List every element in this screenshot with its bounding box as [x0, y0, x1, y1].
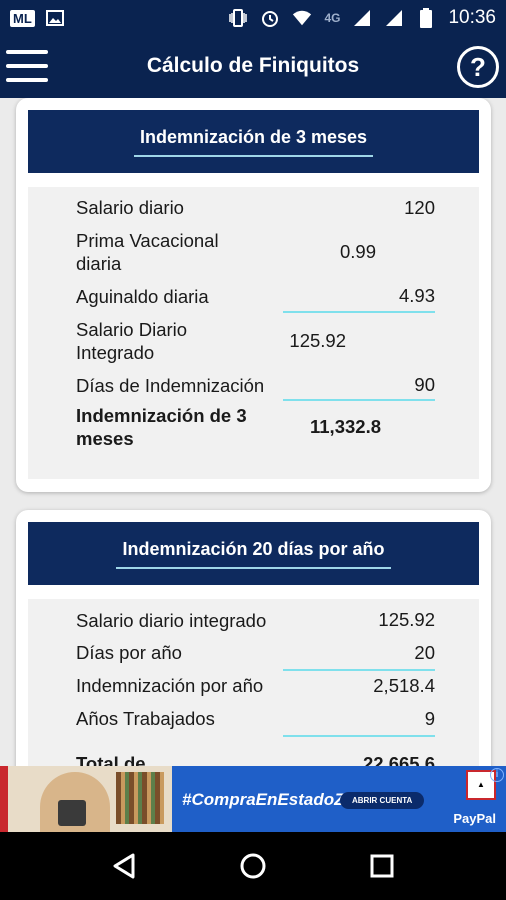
row-value: 90: [414, 374, 435, 395]
alarm-icon: [260, 8, 280, 28]
result-row: Años Trabajados 9: [28, 702, 479, 735]
row-value: 20: [414, 641, 435, 663]
row-value: 125.92: [289, 330, 346, 351]
card-body: Salario diario 120 Prima Vacacional diar…: [28, 187, 479, 479]
separator-line: [283, 735, 435, 737]
ad-headline: #CompraEnEstadoZen: [182, 790, 365, 809]
row-label: Indemnización de 3 meses: [76, 405, 247, 449]
result-row: Salario diario 120: [28, 192, 479, 223]
battery-icon: [416, 8, 436, 28]
card-header: Indemnización de 3 meses: [28, 110, 479, 173]
page-title: Cálculo de Finiquitos: [146, 54, 360, 77]
row-value: 11,332.8: [310, 416, 381, 437]
card-body: Salario diario integrado 125.92 Días por…: [28, 599, 479, 766]
signal-icon: [352, 8, 372, 28]
app-bar: Cálculo de Finiquitos ?: [0, 36, 506, 98]
row-value: 2,518.4: [373, 674, 435, 696]
row-label: Salario diario: [76, 197, 184, 218]
ad-photo: [0, 766, 172, 832]
result-row-total: Total de 22,665.6: [28, 735, 479, 766]
result-row-total: Indemnización de 3 meses 11,332.8: [28, 399, 479, 455]
row-label: Salario Diario Integrado: [76, 319, 188, 363]
result-row: Salario Diario Integrado 125.92: [28, 311, 479, 371]
ad-info-icon[interactable]: i: [490, 768, 504, 782]
result-row: Aguinaldo diaria 4.93: [28, 281, 479, 311]
row-value: 125.92: [378, 609, 435, 630]
result-row: Días por año 20: [28, 636, 479, 669]
status-bar: ML 4G 10:36: [0, 0, 506, 36]
card-indemnizacion-20-dias: Indemnización 20 días por año Salario di…: [16, 510, 491, 766]
row-label: Años Trabajados: [76, 708, 215, 729]
row-value: 9: [424, 707, 435, 729]
network-type-label: 4G: [324, 11, 341, 25]
navigation-bar: [0, 832, 506, 900]
screen: ML 4G 10:36 Cálculo de Finiquitos ? Inde…: [0, 0, 506, 900]
card-title: Indemnización de 3 meses: [133, 127, 374, 157]
ad-content: #CompraEnEstadoZen ABRIR CUENTA ▲ PayPal…: [172, 766, 506, 832]
back-icon[interactable]: [104, 846, 144, 886]
app-notification-icon: ML: [10, 9, 35, 27]
separator-line: [283, 399, 435, 401]
card-indemnizacion-3-meses: Indemnización de 3 meses Salario diario …: [16, 98, 491, 492]
row-value: 22,665.6: [362, 753, 435, 766]
ad-banner[interactable]: #CompraEnEstadoZen ABRIR CUENTA ▲ PayPal…: [0, 766, 506, 832]
image-notification-icon: [45, 8, 65, 28]
row-label: Prima Vacacional diaria: [76, 230, 219, 274]
row-value: 120: [404, 196, 435, 218]
vibrate-icon: [228, 8, 248, 28]
separator-line: [283, 669, 435, 671]
help-button[interactable]: ?: [457, 46, 499, 88]
row-label: Días por año: [76, 642, 182, 663]
separator-line: [283, 311, 435, 313]
mug-graphic: [58, 800, 86, 826]
card-header: Indemnización 20 días por año: [28, 522, 479, 585]
result-row: Indemnización por año 2,518.4: [28, 669, 479, 702]
bookshelf-graphic: [116, 772, 164, 824]
card-title: Indemnización 20 días por año: [116, 539, 391, 569]
results-scroll-area[interactable]: Indemnización de 3 meses Salario diario …: [0, 98, 506, 766]
row-value: 0.99: [339, 241, 376, 262]
row-label: Salario diario integrado: [76, 609, 267, 631]
row-label: Días de Indemnización: [76, 374, 265, 396]
recents-icon[interactable]: [362, 846, 402, 886]
result-row: Días de Indemnización 90: [28, 371, 479, 399]
home-icon[interactable]: [233, 846, 273, 886]
result-row: Salario diario integrado 125.92: [28, 604, 479, 636]
result-row: Prima Vacacional diaria 0.99: [28, 223, 479, 281]
ad-cta-button[interactable]: ABRIR CUENTA: [340, 792, 425, 809]
wifi-icon: [292, 8, 312, 28]
row-value: 4.93: [398, 285, 435, 306]
row-label: Indemnización por año: [76, 675, 264, 696]
paypal-logo: PayPal: [453, 811, 496, 826]
signal-secondary-icon: [384, 8, 404, 28]
row-label: Total de: [76, 753, 146, 766]
clock: 10:36: [448, 7, 496, 28]
row-label: Aguinaldo diaria: [76, 285, 209, 307]
